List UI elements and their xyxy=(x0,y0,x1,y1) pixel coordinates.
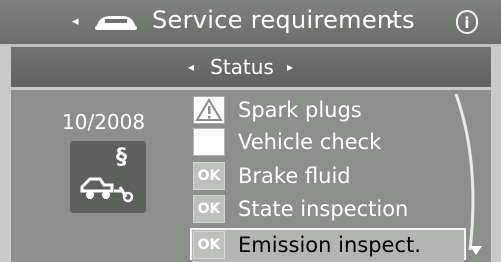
scroll-down-arrow-icon[interactable] xyxy=(470,246,482,255)
info-icon[interactable]: i xyxy=(456,10,478,34)
status-tab-title[interactable]: Status xyxy=(202,55,282,79)
ok-badge-icon: OK xyxy=(193,231,225,259)
status-next-arrow[interactable]: ▸ xyxy=(287,60,293,74)
header-next-arrow[interactable]: ▸ xyxy=(388,14,395,29)
scroll-indicator[interactable] xyxy=(450,92,490,252)
service-due-icon xyxy=(70,141,146,213)
status-prev-arrow[interactable]: ◂ xyxy=(188,60,194,74)
service-requirements-screen: ◂ Service requirements ▸ i ◂ Status ▸ 10… xyxy=(0,0,501,262)
next-service-date: 10/2008 xyxy=(62,110,146,134)
blank-status-icon xyxy=(193,128,225,156)
item-label: State inspection xyxy=(238,197,409,221)
ok-badge-icon: OK xyxy=(193,195,225,223)
item-label: Brake fluid xyxy=(238,164,351,188)
header-prev-arrow[interactable]: ◂ xyxy=(72,14,79,29)
page-title: Service requirements xyxy=(152,6,415,34)
item-label: Vehicle check xyxy=(238,130,382,154)
item-label: Emission inspect. xyxy=(238,233,421,257)
tow-vehicle-icon xyxy=(80,177,134,203)
car-icon xyxy=(95,16,137,30)
item-label: Spark plugs xyxy=(238,98,362,122)
ok-badge-icon: OK xyxy=(193,162,225,190)
warning-triangle-icon xyxy=(193,96,225,124)
legal-section-icon: § xyxy=(116,145,127,170)
